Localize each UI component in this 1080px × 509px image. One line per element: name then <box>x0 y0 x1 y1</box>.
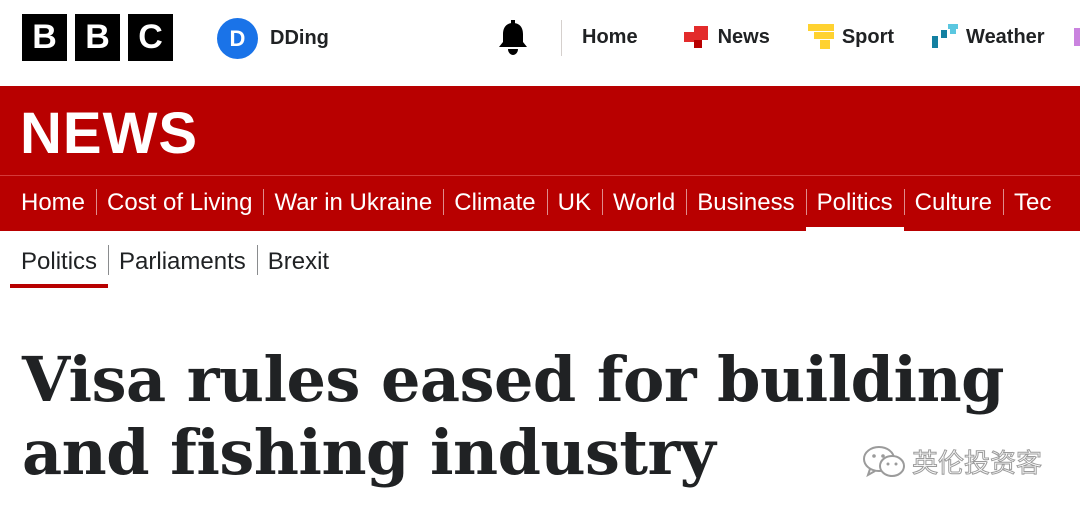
section-nav-item-tech[interactable]: Tec <box>1003 175 1062 231</box>
section-nav-item-business[interactable]: Business <box>686 175 805 231</box>
bbc-logo-letter: B <box>22 14 67 61</box>
sub-nav-item-politics[interactable]: Politics <box>10 242 109 288</box>
section-nav-item-cost-of-living[interactable]: Cost of Living <box>96 175 263 231</box>
avatar: D <box>217 18 258 59</box>
sport-bars-icon <box>807 24 834 49</box>
weather-icon <box>932 24 959 48</box>
section-nav-item-world[interactable]: World <box>601 175 686 231</box>
wechat-icon <box>863 445 905 477</box>
top-nav-divider <box>561 20 562 56</box>
account-name: DDing <box>270 27 329 49</box>
bbc-logo[interactable]: B B C <box>22 14 173 61</box>
sub-nav-item-brexit[interactable]: Brexit <box>256 242 340 282</box>
top-nav-news[interactable]: News <box>683 24 770 50</box>
top-nav-home[interactable]: Home <box>582 26 638 49</box>
section-nav-item-home[interactable]: Home <box>0 175 96 231</box>
top-nav-label: News <box>717 25 770 48</box>
account-link[interactable]: D DDing <box>217 18 329 59</box>
top-nav-label: Sport <box>841 25 895 48</box>
section-nav-item-war-in-ukraine[interactable]: War in Ukraine <box>263 175 443 231</box>
sub-nav-item-parliaments[interactable]: Parliaments <box>108 242 257 282</box>
section-nav: Home Cost of Living War in Ukraine Clima… <box>0 175 1062 231</box>
top-nav-weather[interactable]: Weather <box>932 24 1045 50</box>
top-nav-sport[interactable]: Sport <box>807 24 895 50</box>
section-nav-item-politics[interactable]: Politics <box>805 175 904 231</box>
section-nav-item-climate[interactable]: Climate <box>443 175 546 231</box>
news-section-title[interactable]: NEWS <box>20 100 198 167</box>
bbc-logo-letter: C <box>128 14 173 61</box>
bell-icon[interactable] <box>496 20 530 56</box>
watermark-text: 英伦投资客 <box>911 449 1043 480</box>
section-nav-item-culture[interactable]: Culture <box>903 175 1003 231</box>
section-nav-item-uk[interactable]: UK <box>546 175 602 231</box>
top-nav: Home News Sport Weather <box>582 24 1045 50</box>
bbc-logo-letter: B <box>75 14 120 61</box>
news-squares-icon <box>683 26 708 48</box>
next-nav-item-edge <box>1074 28 1080 46</box>
top-bar: B B C D DDing Home News Sport Weather <box>0 0 1080 86</box>
top-nav-label: Home <box>582 25 638 48</box>
top-nav-label: Weather <box>966 25 1045 48</box>
sub-nav: Politics Parliaments Brexit <box>10 240 340 288</box>
watermark: 英伦投资客 <box>862 443 1043 480</box>
